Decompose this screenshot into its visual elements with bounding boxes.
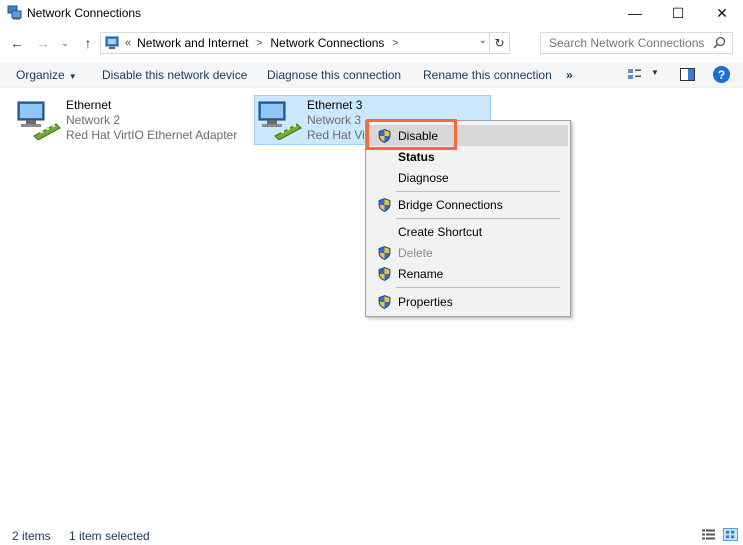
control-panel-icon bbox=[105, 36, 119, 49]
window-title: Network Connections bbox=[27, 6, 142, 20]
refresh-button[interactable]: ↻ bbox=[489, 33, 509, 53]
uac-shield-icon bbox=[378, 267, 391, 281]
menu-item-delete: Delete bbox=[368, 242, 568, 263]
address-bar[interactable]: « Network and Internet > Network Connect… bbox=[100, 32, 510, 54]
menu-item-label: Status bbox=[398, 150, 435, 164]
menu-item-label: Delete bbox=[398, 246, 433, 260]
minimize-button[interactable]: — bbox=[612, 0, 658, 26]
menu-item-create-shortcut[interactable]: Create Shortcut bbox=[368, 221, 568, 242]
connection-item-ethernet[interactable]: Ethernet Network 2 Red Hat VirtIO Ethern… bbox=[13, 95, 249, 145]
uac-shield-icon bbox=[378, 198, 391, 212]
uac-shield-icon bbox=[378, 246, 391, 260]
title-bar: Network Connections — ☐ ✕ bbox=[0, 0, 743, 26]
menu-separator bbox=[396, 191, 560, 192]
maximize-button[interactable]: ☐ bbox=[655, 0, 701, 26]
network-adapter-icon bbox=[258, 101, 302, 140]
menu-item-label: Bridge Connections bbox=[398, 198, 503, 212]
organize-button[interactable]: Organize ▼ bbox=[16, 68, 77, 82]
rename-connection-button[interactable]: Rename this connection bbox=[423, 68, 552, 82]
menu-item-rename[interactable]: Rename bbox=[368, 263, 568, 284]
network-adapter-icon bbox=[17, 101, 61, 140]
up-button[interactable]: ↑ bbox=[78, 34, 98, 52]
large-icons-view-icon[interactable] bbox=[723, 528, 738, 541]
menu-item-bridge-connections[interactable]: Bridge Connections bbox=[368, 194, 568, 215]
menu-separator bbox=[396, 287, 560, 288]
uac-shield-icon bbox=[378, 295, 391, 309]
menu-item-label: Create Shortcut bbox=[398, 225, 483, 239]
close-button[interactable]: ✕ bbox=[699, 0, 743, 26]
forward-button[interactable]: → bbox=[33, 34, 53, 52]
breadcrumb-chevron-icon[interactable]: > bbox=[392, 38, 398, 49]
status-selection: 1 item selected bbox=[69, 529, 150, 543]
more-commands-button[interactable]: » bbox=[566, 68, 573, 82]
menu-separator bbox=[396, 218, 560, 219]
back-button[interactable]: ← bbox=[7, 34, 27, 52]
organize-label: Organize bbox=[16, 68, 65, 82]
address-overflow[interactable]: « bbox=[125, 37, 131, 49]
highlight-box bbox=[366, 119, 457, 150]
diagnose-connection-button[interactable]: Diagnose this connection bbox=[267, 68, 401, 82]
connection-adapter: Red Hat VirtIO Ethernet Adapter bbox=[66, 128, 238, 142]
status-item-count: 2 items bbox=[12, 529, 51, 543]
chevron-down-icon: ▼ bbox=[68, 72, 77, 81]
details-view-icon[interactable] bbox=[701, 528, 716, 541]
view-options-chevron-icon[interactable]: ▼ bbox=[651, 68, 659, 77]
search-input[interactable] bbox=[541, 36, 711, 50]
connection-name: Ethernet bbox=[66, 98, 112, 112]
breadcrumb-network-and-internet[interactable]: Network and Internet bbox=[137, 36, 248, 50]
menu-item-properties[interactable]: Properties bbox=[368, 291, 568, 312]
menu-item-diagnose[interactable]: Diagnose bbox=[368, 167, 568, 188]
disable-device-button[interactable]: Disable this network device bbox=[102, 68, 247, 82]
search-icon[interactable] bbox=[713, 36, 726, 49]
search-box[interactable] bbox=[540, 32, 733, 54]
preview-pane-icon[interactable] bbox=[680, 68, 695, 81]
recent-locations-button[interactable]: ⌄ bbox=[58, 34, 72, 52]
breadcrumb-network-connections[interactable]: Network Connections bbox=[270, 36, 384, 50]
connection-name: Ethernet 3 bbox=[307, 98, 363, 112]
connection-network: Network 2 bbox=[66, 113, 121, 127]
connection-network: Network 3 bbox=[307, 113, 362, 127]
menu-item-label: Rename bbox=[398, 267, 444, 281]
menu-item-label: Diagnose bbox=[398, 171, 449, 185]
help-icon[interactable]: ? bbox=[713, 66, 730, 83]
address-dropdown-icon[interactable]: ⌄ bbox=[479, 35, 487, 46]
change-view-icon[interactable] bbox=[627, 68, 642, 81]
breadcrumb-chevron-icon[interactable]: > bbox=[257, 38, 263, 49]
menu-item-label: Properties bbox=[398, 295, 453, 309]
network-connections-icon bbox=[7, 5, 22, 20]
